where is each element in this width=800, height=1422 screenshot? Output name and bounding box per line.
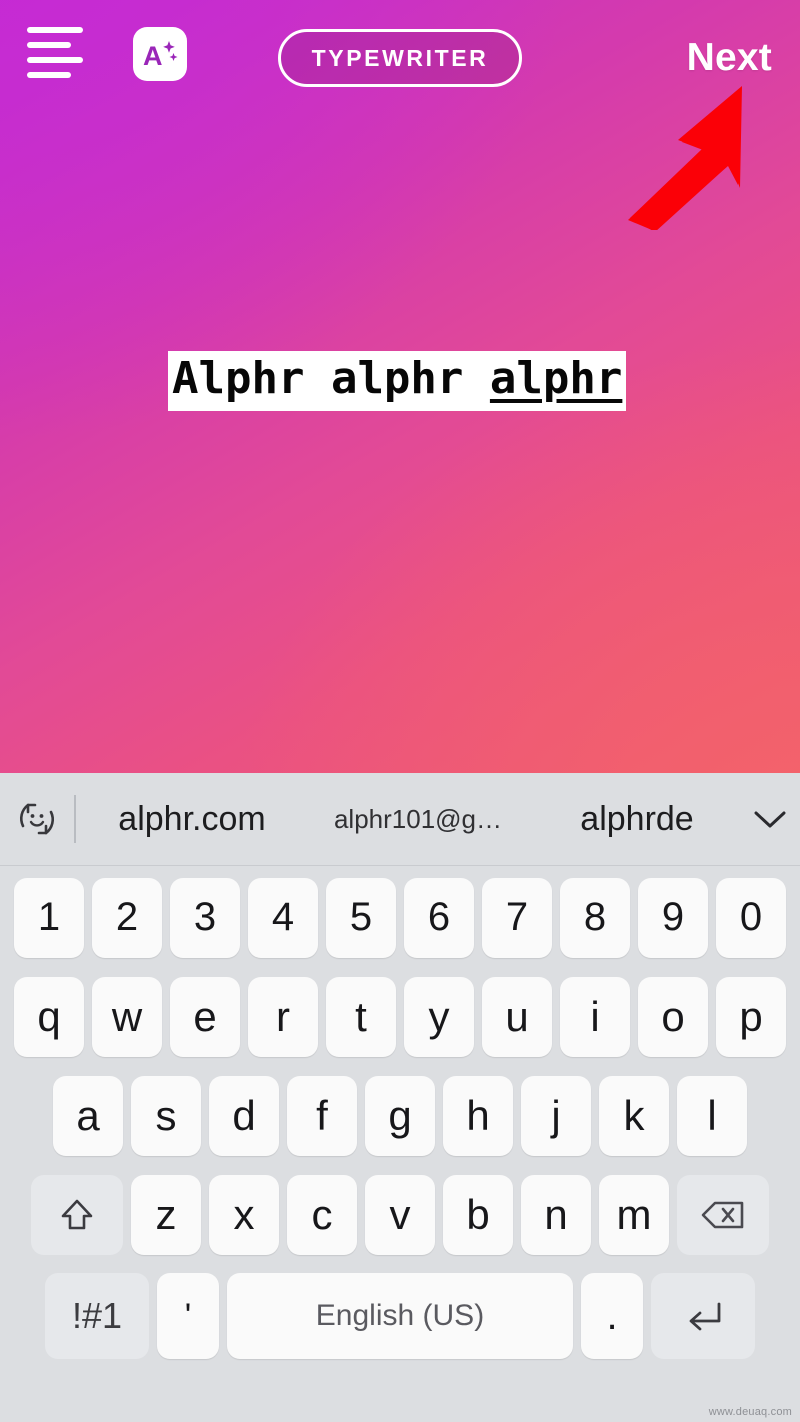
key-5[interactable]: 5 [326,877,396,958]
key-m[interactable]: m [599,1174,669,1255]
key-0[interactable]: 0 [716,877,786,958]
shift-key[interactable] [31,1174,123,1255]
key-3[interactable]: 3 [170,877,240,958]
chevron-down-icon[interactable] [740,806,800,832]
key-9[interactable]: 9 [638,877,708,958]
key-1[interactable]: 1 [14,877,84,958]
hamburger-align-icon[interactable] [27,27,83,79]
home-row: a s d f g h j k l [0,1066,800,1165]
key-y[interactable]: y [404,976,474,1057]
chevron-down-glyph [754,811,786,828]
phone-screen: Alphr alphr alphr A TYPEWRITER Next alph… [0,0,800,1422]
key-v[interactable]: v [365,1174,435,1255]
key-s[interactable]: s [131,1075,201,1156]
backspace-icon [701,1201,744,1228]
key-c[interactable]: c [287,1174,357,1255]
a-plus-sparkle-icon[interactable]: A [133,27,187,81]
on-screen-keyboard[interactable]: alphr.com alphr101@g… alphrde 1 2 3 4 5 … [0,773,800,1422]
space-row: !#1 ' English (US) . [0,1264,800,1368]
smiley-rotate-glyph [20,803,54,835]
qwerty-row: q w e r t y u i o p [0,967,800,1066]
key-8[interactable]: 8 [560,877,630,958]
key-g[interactable]: g [365,1075,435,1156]
key-x[interactable]: x [209,1174,279,1255]
suggestion-item-3[interactable]: alphrde [534,800,740,839]
suggestion-divider [74,795,76,843]
period-key[interactable]: . [581,1273,643,1359]
key-f[interactable]: f [287,1075,357,1156]
key-a[interactable]: a [53,1075,123,1156]
key-l[interactable]: l [677,1075,747,1156]
key-k[interactable]: k [599,1075,669,1156]
font-style-label: TYPEWRITER [311,44,489,71]
key-o[interactable]: o [638,976,708,1057]
key-w[interactable]: w [92,976,162,1057]
suggestion-item-2[interactable]: alphr101@g… [302,804,534,835]
enter-icon [689,1302,721,1331]
key-q[interactable]: q [14,976,84,1057]
space-key[interactable]: English (US) [227,1273,573,1359]
symbols-key[interactable]: !#1 [45,1273,149,1359]
backspace-key[interactable] [677,1174,769,1255]
svg-text:A: A [143,41,163,71]
key-j[interactable]: j [521,1075,591,1156]
suggestion-bar: alphr.com alphr101@g… alphrde [0,773,800,866]
enter-key[interactable] [651,1273,755,1359]
key-r[interactable]: r [248,976,318,1057]
smiley-rotate-icon[interactable] [0,796,74,842]
key-e[interactable]: e [170,976,240,1057]
hamburger-line-2 [27,42,71,48]
story-top-toolbar: A TYPEWRITER Next [0,0,800,108]
key-u[interactable]: u [482,976,552,1057]
key-b[interactable]: b [443,1174,513,1255]
site-watermark: www.deuaq.com [708,1406,792,1418]
bottom-letter-row: z x c v b n m [0,1165,800,1264]
story-canvas[interactable]: Alphr alphr alphr A TYPEWRITER Next [0,0,800,773]
hamburger-line-1 [27,27,83,33]
key-6[interactable]: 6 [404,877,474,958]
key-z[interactable]: z [131,1174,201,1255]
key-7[interactable]: 7 [482,877,552,958]
suggestion-item-1[interactable]: alphr.com [82,800,302,839]
next-button[interactable]: Next [687,36,772,80]
key-d[interactable]: d [209,1075,279,1156]
hamburger-line-4 [27,72,71,78]
story-word-1: Alphr [172,353,331,404]
story-text-overlay[interactable]: Alphr alphr alphr [168,351,627,411]
key-t[interactable]: t [326,976,396,1057]
keyboard-rows: 1 2 3 4 5 6 7 8 9 0 q w e r t y u i o p … [0,868,800,1368]
key-n[interactable]: n [521,1174,591,1255]
font-style-button[interactable]: TYPEWRITER [278,29,522,87]
a-plus-sparkle-glyph: A [143,41,178,71]
story-word-3: alphr [489,353,623,404]
key-h[interactable]: h [443,1075,513,1156]
number-row: 1 2 3 4 5 6 7 8 9 0 [0,868,800,967]
story-word-2: alphr [330,353,490,404]
key-i[interactable]: i [560,976,630,1057]
shift-arrow-icon [61,1199,93,1229]
apostrophe-key[interactable]: ' [157,1273,219,1359]
hamburger-line-3 [27,57,83,63]
key-p[interactable]: p [716,976,786,1057]
key-2[interactable]: 2 [92,877,162,958]
key-4[interactable]: 4 [248,877,318,958]
